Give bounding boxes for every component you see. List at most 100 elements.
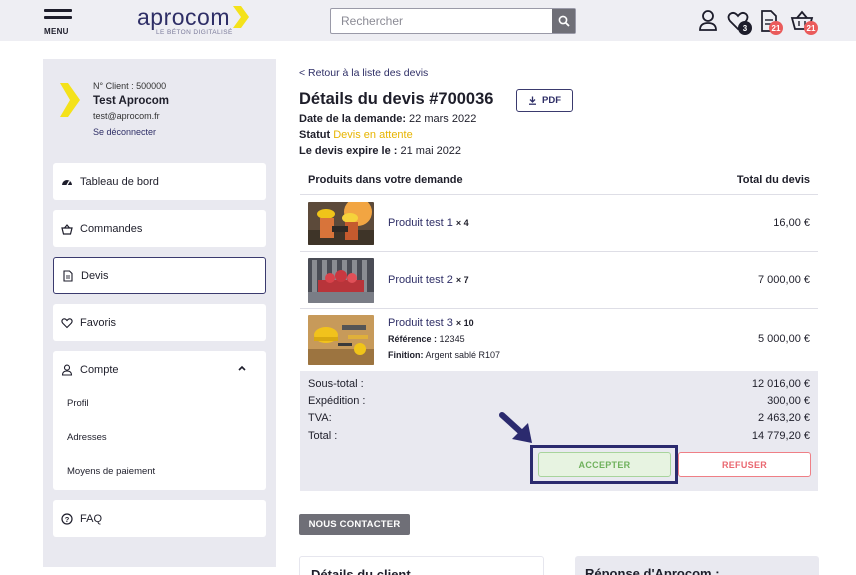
product-quantity: × 4 bbox=[455, 218, 469, 228]
question-icon: ? bbox=[61, 512, 73, 525]
column-header-total: Total du devis bbox=[736, 174, 810, 186]
quotes-button[interactable]: 21 bbox=[759, 9, 783, 35]
shipping-value: 300,00 € bbox=[767, 395, 810, 407]
aprocom-response-card: Réponse d'Aprocom : bbox=[575, 556, 819, 575]
cart-button[interactable]: 21 bbox=[790, 9, 818, 35]
favorites-button[interactable]: 3 bbox=[726, 9, 752, 35]
account-button[interactable] bbox=[697, 9, 721, 33]
sidebar-item-orders[interactable]: Commandes bbox=[53, 210, 266, 247]
product-reference: Référence : 12345 bbox=[388, 334, 465, 344]
table-row: Produit test 1 × 4 16,00 € bbox=[300, 196, 818, 252]
tva-label: TVA: bbox=[308, 412, 332, 424]
menu-label: MENU bbox=[44, 27, 69, 36]
sidebar-item-label: Compte bbox=[80, 363, 119, 376]
pdf-download-button[interactable]: PDF bbox=[516, 89, 573, 112]
download-icon bbox=[529, 96, 536, 105]
sidebar-item-faq[interactable]: ? FAQ bbox=[53, 500, 266, 537]
dashboard-icon bbox=[61, 176, 73, 188]
page-title: Détails du devis #700036 bbox=[299, 90, 494, 108]
totals-panel: Sous-total : 12 016,00 € Expédition : 30… bbox=[300, 371, 818, 491]
expiry-label: Le devis expire le : bbox=[299, 145, 398, 157]
client-info: N° Client : 500000 Test Aprocom test@apr… bbox=[43, 59, 276, 151]
aprocom-logo[interactable]: aprocom LE BÉTON DIGITALISÉ bbox=[137, 4, 257, 40]
request-date: Date de la demande: 22 mars 2022 bbox=[299, 113, 476, 125]
sidebar-item-label: Tableau de bord bbox=[80, 175, 159, 188]
product-price: 5 000,00 € bbox=[758, 333, 810, 345]
sidebar-account-group: Compte Profil Adresses Moyens de paiemen… bbox=[53, 351, 266, 490]
menu-button[interactable]: MENU bbox=[44, 9, 74, 37]
product-quantity: × 7 bbox=[455, 275, 469, 285]
logo-wordmark: aprocom bbox=[137, 4, 230, 30]
search-bar bbox=[330, 8, 576, 34]
hamburger-bar bbox=[44, 16, 72, 19]
favorites-count-badge: 3 bbox=[738, 21, 752, 35]
table-row: Produit test 2 × 7 7 000,00 € bbox=[300, 253, 818, 309]
client-details-title: Détails du client bbox=[311, 567, 411, 575]
user-icon bbox=[61, 364, 73, 376]
brand-chevron-icon bbox=[60, 83, 80, 117]
hamburger-icon bbox=[44, 9, 72, 12]
search-icon bbox=[558, 15, 570, 27]
document-icon bbox=[62, 269, 74, 282]
sidebar-subitem-payment-methods[interactable]: Moyens de paiement bbox=[67, 466, 155, 477]
status-badge: Devis en attente bbox=[333, 129, 413, 141]
product-image[interactable] bbox=[308, 202, 374, 245]
svg-text:?: ? bbox=[65, 514, 70, 523]
client-number: N° Client : 500000 bbox=[93, 81, 167, 91]
reference-value: 12345 bbox=[439, 334, 465, 344]
sidebar-item-label: Favoris bbox=[80, 316, 117, 329]
expiry-value: 21 mai 2022 bbox=[400, 145, 462, 157]
products-table-header: Produits dans votre demande Total du dev… bbox=[300, 166, 818, 195]
product-name-link[interactable]: Produit test 1 × 4 bbox=[388, 217, 469, 229]
sidebar-item-label: Devis bbox=[81, 269, 109, 282]
sidebar-subitem-profile[interactable]: Profil bbox=[67, 398, 89, 409]
search-input[interactable] bbox=[331, 9, 553, 33]
heart-icon bbox=[61, 317, 73, 329]
tva-value: 2 463,20 € bbox=[758, 412, 810, 424]
product-price: 7 000,00 € bbox=[758, 274, 810, 286]
product-image[interactable] bbox=[308, 315, 374, 365]
table-row: Produit test 3 × 10 Référence : 12345 Fi… bbox=[300, 310, 818, 370]
column-header-products: Produits dans votre demande bbox=[308, 174, 463, 186]
pointer-arrow-icon bbox=[499, 412, 532, 443]
product-name: Produit test 3 bbox=[388, 317, 453, 329]
quotes-count-badge: 21 bbox=[769, 21, 783, 35]
sidebar-item-quotes[interactable]: Devis bbox=[53, 257, 266, 294]
sidebar-item-account[interactable]: Compte bbox=[53, 351, 266, 388]
subtotal-value: 12 016,00 € bbox=[751, 378, 810, 390]
user-icon bbox=[699, 10, 717, 31]
sidebar-item-favorites[interactable]: Favoris bbox=[53, 304, 266, 341]
sidebar-subitem-addresses[interactable]: Adresses bbox=[67, 432, 107, 443]
shipping-label: Expédition : bbox=[308, 395, 366, 407]
aprocom-response-title: Réponse d'Aprocom : bbox=[585, 566, 720, 575]
chevron-up-icon[interactable] bbox=[238, 365, 246, 371]
sidebar-item-label: Commandes bbox=[80, 222, 143, 235]
back-to-quotes-link[interactable]: < Retour à la liste des devis bbox=[299, 67, 428, 79]
client-details-card: Détails du client bbox=[299, 556, 544, 575]
search-button[interactable] bbox=[552, 9, 575, 33]
total-value: 14 779,20 € bbox=[751, 430, 810, 442]
quote-status: Statut Devis en attente bbox=[299, 129, 413, 141]
finish-value: Argent sablé R107 bbox=[425, 350, 501, 360]
cart-count-badge: 21 bbox=[804, 21, 818, 35]
request-date-label: Date de la demande: bbox=[299, 113, 406, 125]
accept-quote-button[interactable]: ACCEPTER bbox=[538, 452, 671, 477]
basket-icon bbox=[61, 223, 73, 235]
product-name: Produit test 1 bbox=[388, 217, 453, 229]
sidebar-item-dashboard[interactable]: Tableau de bord bbox=[53, 163, 266, 200]
pdf-label: PDF bbox=[542, 95, 561, 106]
request-date-value: 22 mars 2022 bbox=[409, 113, 477, 125]
product-name: Produit test 2 bbox=[388, 274, 453, 286]
product-name-link[interactable]: Produit test 2 × 7 bbox=[388, 274, 469, 286]
contact-us-button[interactable]: NOUS CONTACTER bbox=[299, 514, 410, 535]
refuse-quote-button[interactable]: REFUSER bbox=[678, 452, 811, 477]
client-email: test@aprocom.fr bbox=[93, 111, 160, 121]
product-quantity: × 10 bbox=[455, 318, 474, 328]
product-name-link[interactable]: Produit test 3 × 10 bbox=[388, 317, 474, 329]
product-price: 16,00 € bbox=[773, 217, 810, 229]
product-image[interactable] bbox=[308, 258, 374, 303]
logout-link[interactable]: Se déconnecter bbox=[93, 127, 156, 137]
quote-expiry: Le devis expire le : 21 mai 2022 bbox=[299, 145, 461, 157]
reference-label: Référence : bbox=[388, 334, 438, 344]
account-sidebar: N° Client : 500000 Test Aprocom test@apr… bbox=[43, 59, 276, 567]
